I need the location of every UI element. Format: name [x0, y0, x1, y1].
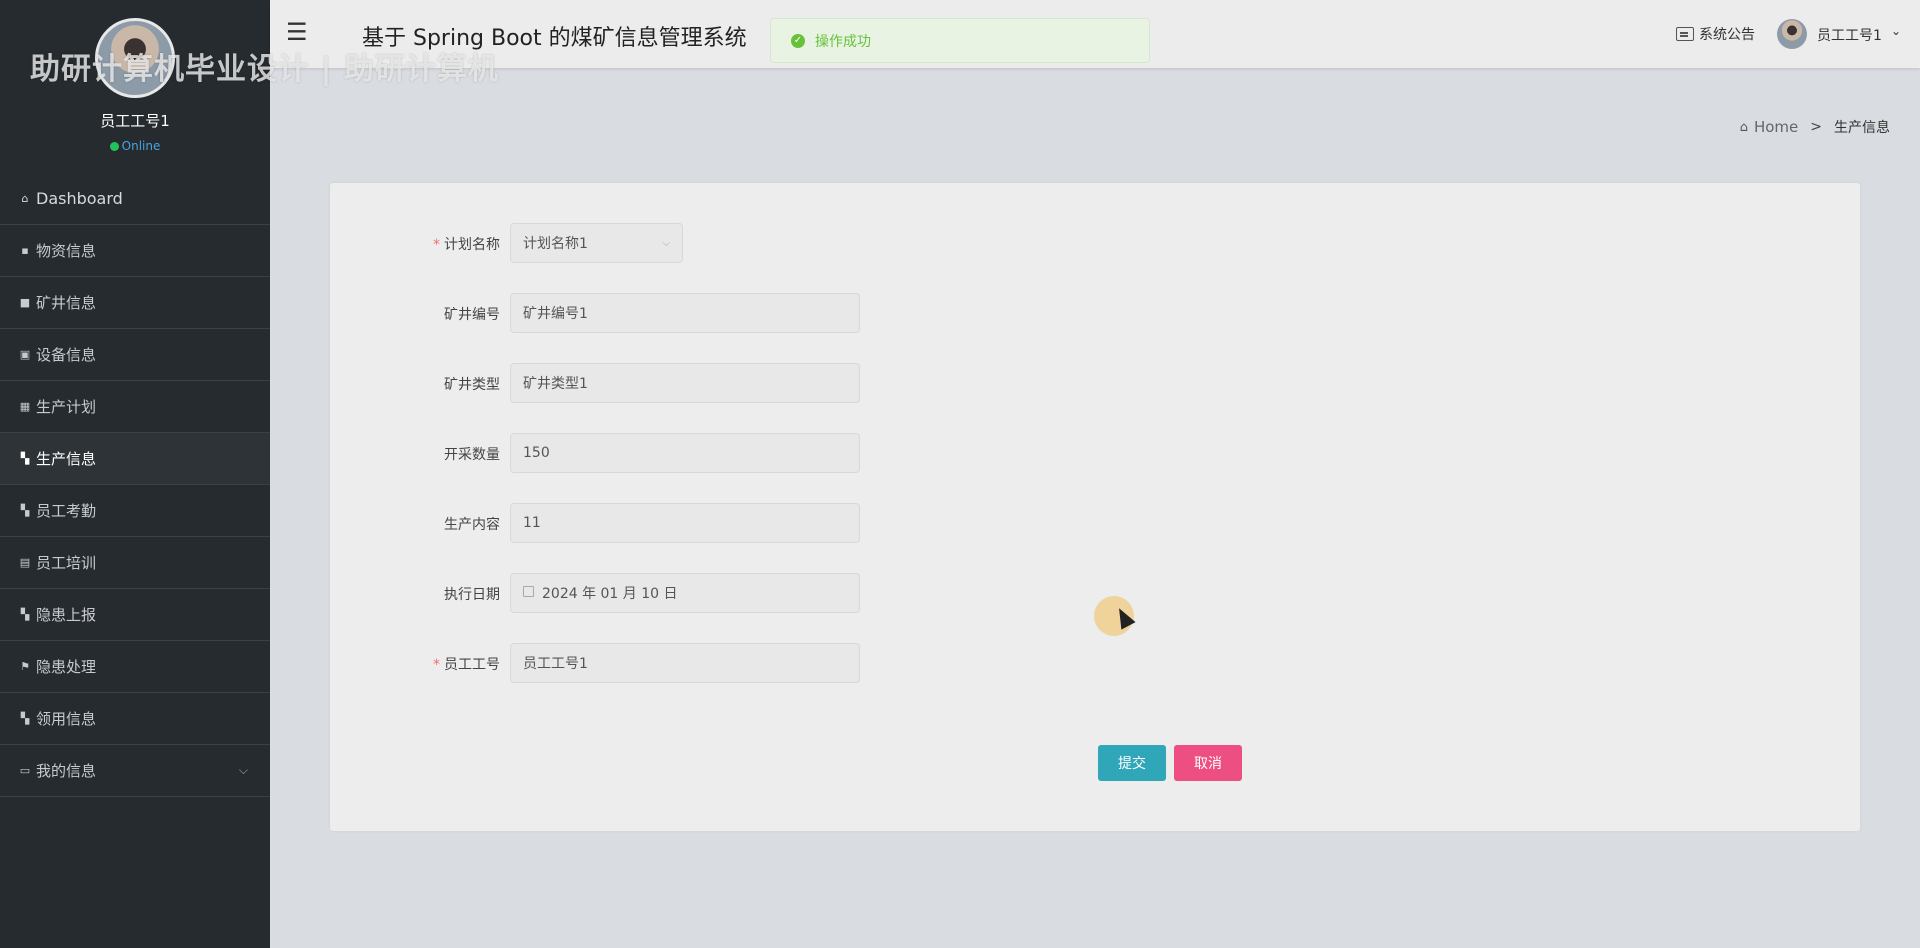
form-label: * 员工工号: [330, 654, 500, 674]
mine-number-input[interactable]: 矿井编号1: [510, 293, 860, 333]
success-toast: ✓ 操作成功: [770, 18, 1150, 63]
sidebar-item-training[interactable]: ▤ 员工培训: [0, 537, 270, 589]
production-content-input[interactable]: 11: [510, 503, 860, 543]
top-bar: ☰ 基于 Spring Boot 的煤矿信息管理系统 ✓ 操作成功 系统公告 员…: [270, 0, 1920, 68]
lock-icon: ■: [19, 296, 31, 309]
sidebar-user-name: 员工工号1: [100, 112, 170, 130]
breadcrumb-home[interactable]: Home: [1754, 118, 1798, 136]
sidebar-item-label: Dashboard: [36, 189, 123, 208]
chevron-down-icon[interactable]: ⌄: [1891, 24, 1901, 38]
form-label: 矿井类型: [444, 377, 500, 393]
breadcrumb: ⌂ Home > 生产信息: [1740, 117, 1890, 137]
sidebar-item-production-info[interactable]: ▚ 生产信息: [0, 433, 270, 485]
sidebar-item-label: 设备信息: [36, 346, 97, 364]
toast-message: 操作成功: [815, 33, 871, 50]
chart-icon: ▣: [19, 348, 31, 361]
execution-date-picker[interactable]: 2024 年 01 月 10 日: [510, 573, 860, 613]
breadcrumb-separator: >: [1810, 119, 1822, 135]
document-icon: ▤: [19, 556, 31, 569]
card-icon: ▭: [19, 764, 31, 777]
watermark: 助研计算机毕业设计 | 助研计算机: [30, 52, 499, 87]
flag-icon: ⚑: [20, 660, 30, 673]
sidebar-item-label: 矿井信息: [36, 294, 97, 312]
home-icon: ⌂: [21, 192, 29, 205]
form-label: 执行日期: [444, 587, 500, 603]
date-value: 2024 年 01 月 10 日: [542, 586, 678, 602]
status-text: Online: [121, 139, 161, 153]
check-circle-icon: ✓: [791, 33, 805, 48]
menu-toggle-icon[interactable]: ☰: [286, 18, 308, 46]
breadcrumb-current: 生产信息: [1834, 120, 1890, 136]
sidebar-item-label: 我的信息: [36, 762, 97, 780]
system-notice-link[interactable]: 系统公告: [1676, 24, 1755, 44]
submit-button[interactable]: 提交: [1098, 745, 1166, 781]
sidebar-item-label: 生产计划: [36, 398, 97, 416]
notice-label: 系统公告: [1699, 27, 1755, 43]
sidebar-item-attendance[interactable]: ▚ 员工考勤: [0, 485, 270, 537]
sidebar-item-my-info[interactable]: ▭ 我的信息 ⌵: [0, 745, 270, 797]
form-row-plan-name: * 计划名称 计划名称1 ⌵: [330, 223, 1030, 263]
comment-icon: ▪: [21, 244, 29, 257]
sidebar-item-label: 员工培训: [36, 554, 97, 572]
chevron-down-icon[interactable]: ⌵: [239, 763, 248, 778]
sidebar-menu: ⌂ Dashboard ▪ 物资信息 ■ 矿井信息 ▣ 设备信息 ▦ 生产计划 ▚ 生产信息…: [0, 173, 270, 797]
select-value: 计划名称1: [523, 236, 588, 252]
sidebar-item-label: 领用信息: [36, 710, 97, 728]
sidebar-item-mines[interactable]: ■ 矿井信息: [0, 277, 270, 329]
cancel-button[interactable]: 取消: [1174, 745, 1242, 781]
grid-icon: ▚: [20, 452, 30, 465]
form-row-mine-type: 矿井类型 矿井类型1: [330, 363, 1030, 403]
form-row-employee-id: * 员工工号 员工工号1: [330, 643, 1030, 683]
sidebar-item-materials[interactable]: ▪ 物资信息: [0, 225, 270, 277]
production-info-form: * 计划名称 计划名称1 ⌵ 矿井编号 矿井编号1 矿井类型 矿井类型1 开采数量…: [330, 183, 1860, 831]
chevron-down-icon: ⌵: [662, 237, 670, 249]
label-text: 员工工号: [444, 657, 500, 673]
sidebar-item-label: 隐患上报: [36, 606, 97, 624]
sidebar-item-label: 员工考勤: [36, 502, 97, 520]
form-row-production-content: 生产内容 11: [330, 503, 1030, 543]
sidebar-item-label: 物资信息: [36, 242, 97, 260]
home-icon: ⌂: [1739, 119, 1748, 135]
form-label: 矿井编号: [444, 307, 500, 323]
user-avatar[interactable]: [1777, 19, 1807, 49]
sidebar-item-hazard-handling[interactable]: ⚑ 隐患处理: [0, 641, 270, 693]
online-dot-icon: [109, 142, 119, 151]
sidebar-item-requisition[interactable]: ▚ 领用信息: [0, 693, 270, 745]
sidebar-item-label: 隐患处理: [36, 658, 97, 676]
user-status: Online: [0, 139, 270, 153]
plan-name-select[interactable]: 计划名称1 ⌵: [510, 223, 683, 263]
form-row-execution-date: 执行日期 2024 年 01 月 10 日: [330, 573, 1030, 613]
required-marker: *: [433, 657, 440, 673]
user-panel: 助研计算机毕业设计 | 助研计算机 员工工号1 Online: [0, 0, 498, 170]
sidebar-item-label: 生产信息: [36, 450, 97, 468]
sidebar: 助研计算机毕业设计 | 助研计算机 员工工号1 Online ⌂ Dashboar…: [0, 0, 498, 948]
notice-icon: [1676, 27, 1694, 41]
sidebar-item-equipment[interactable]: ▣ 设备信息: [0, 329, 270, 381]
sidebar-item-dashboard[interactable]: ⌂ Dashboard: [0, 173, 270, 225]
grid-icon: ▚: [20, 712, 30, 725]
mining-quantity-input[interactable]: 150: [510, 433, 860, 473]
calendar-icon: [523, 585, 534, 597]
label-text: 计划名称: [444, 237, 500, 253]
sidebar-item-hazard-report[interactable]: ▚ 隐患上报: [0, 589, 270, 641]
form-row-mining-quantity: 开采数量 150: [330, 433, 1030, 473]
mine-type-input[interactable]: 矿井类型1: [510, 363, 860, 403]
grid-icon: ▚: [20, 504, 30, 517]
form-label: 开采数量: [444, 447, 500, 463]
grid-icon: ▚: [20, 608, 30, 621]
user-menu-name[interactable]: 员工工号1: [1817, 25, 1882, 45]
calendar-icon: ▦: [19, 400, 31, 413]
employee-id-input[interactable]: 员工工号1: [510, 643, 860, 683]
form-row-mine-number: 矿井编号 矿井编号1: [330, 293, 1030, 333]
required-marker: *: [433, 237, 440, 253]
sidebar-item-production-plan[interactable]: ▦ 生产计划: [0, 381, 270, 433]
form-label: * 计划名称: [330, 234, 500, 254]
form-label: 生产内容: [444, 517, 500, 533]
